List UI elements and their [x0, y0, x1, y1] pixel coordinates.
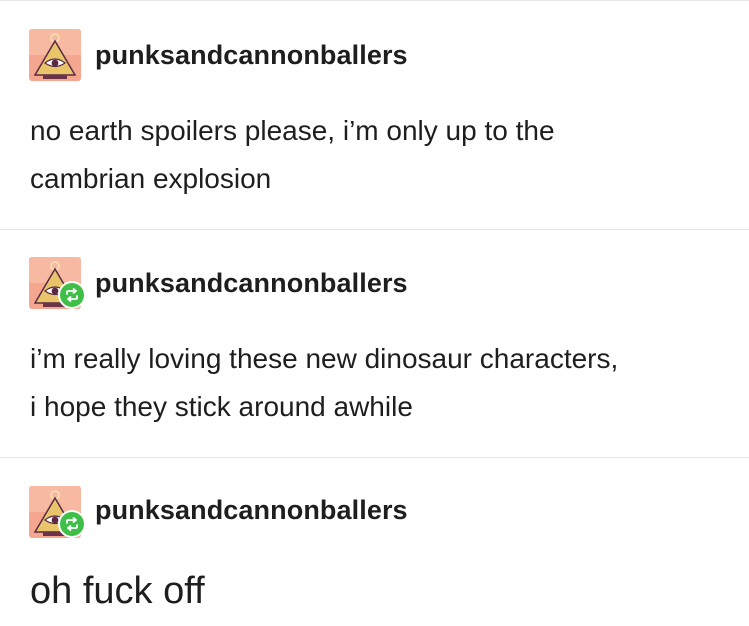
post-text: oh fuck off [30, 570, 205, 612]
post-username[interactable]: punksandcannonballers [95, 495, 408, 526]
post-reblog: punksandcannonballers i’m really loving … [0, 229, 749, 457]
post-username[interactable]: punksandcannonballers [95, 40, 408, 71]
reblog-badge [58, 281, 86, 309]
reblog-icon [66, 288, 78, 302]
reblog-icon [66, 517, 78, 531]
post-text: i’m really loving these new dinosaur cha… [30, 335, 730, 431]
all-seeing-eye-pyramid-icon [29, 29, 81, 81]
post-reblog: punksandcannonballers oh fuck off [0, 457, 749, 626]
avatar[interactable] [29, 29, 81, 81]
reblog-badge [58, 510, 86, 538]
post-text-line: i hope they stick around awhile [30, 391, 413, 422]
post-original: punksandcannonballers no earth spoilers … [0, 0, 749, 229]
post-text: no earth spoilers please, i’m only up to… [30, 107, 730, 203]
post-text-line: i’m really loving these new dinosaur cha… [30, 343, 619, 374]
post-text-line: no earth spoilers please, i’m only up to… [30, 115, 555, 146]
post-username[interactable]: punksandcannonballers [95, 268, 408, 299]
post-text-line: cambrian explosion [30, 163, 272, 194]
